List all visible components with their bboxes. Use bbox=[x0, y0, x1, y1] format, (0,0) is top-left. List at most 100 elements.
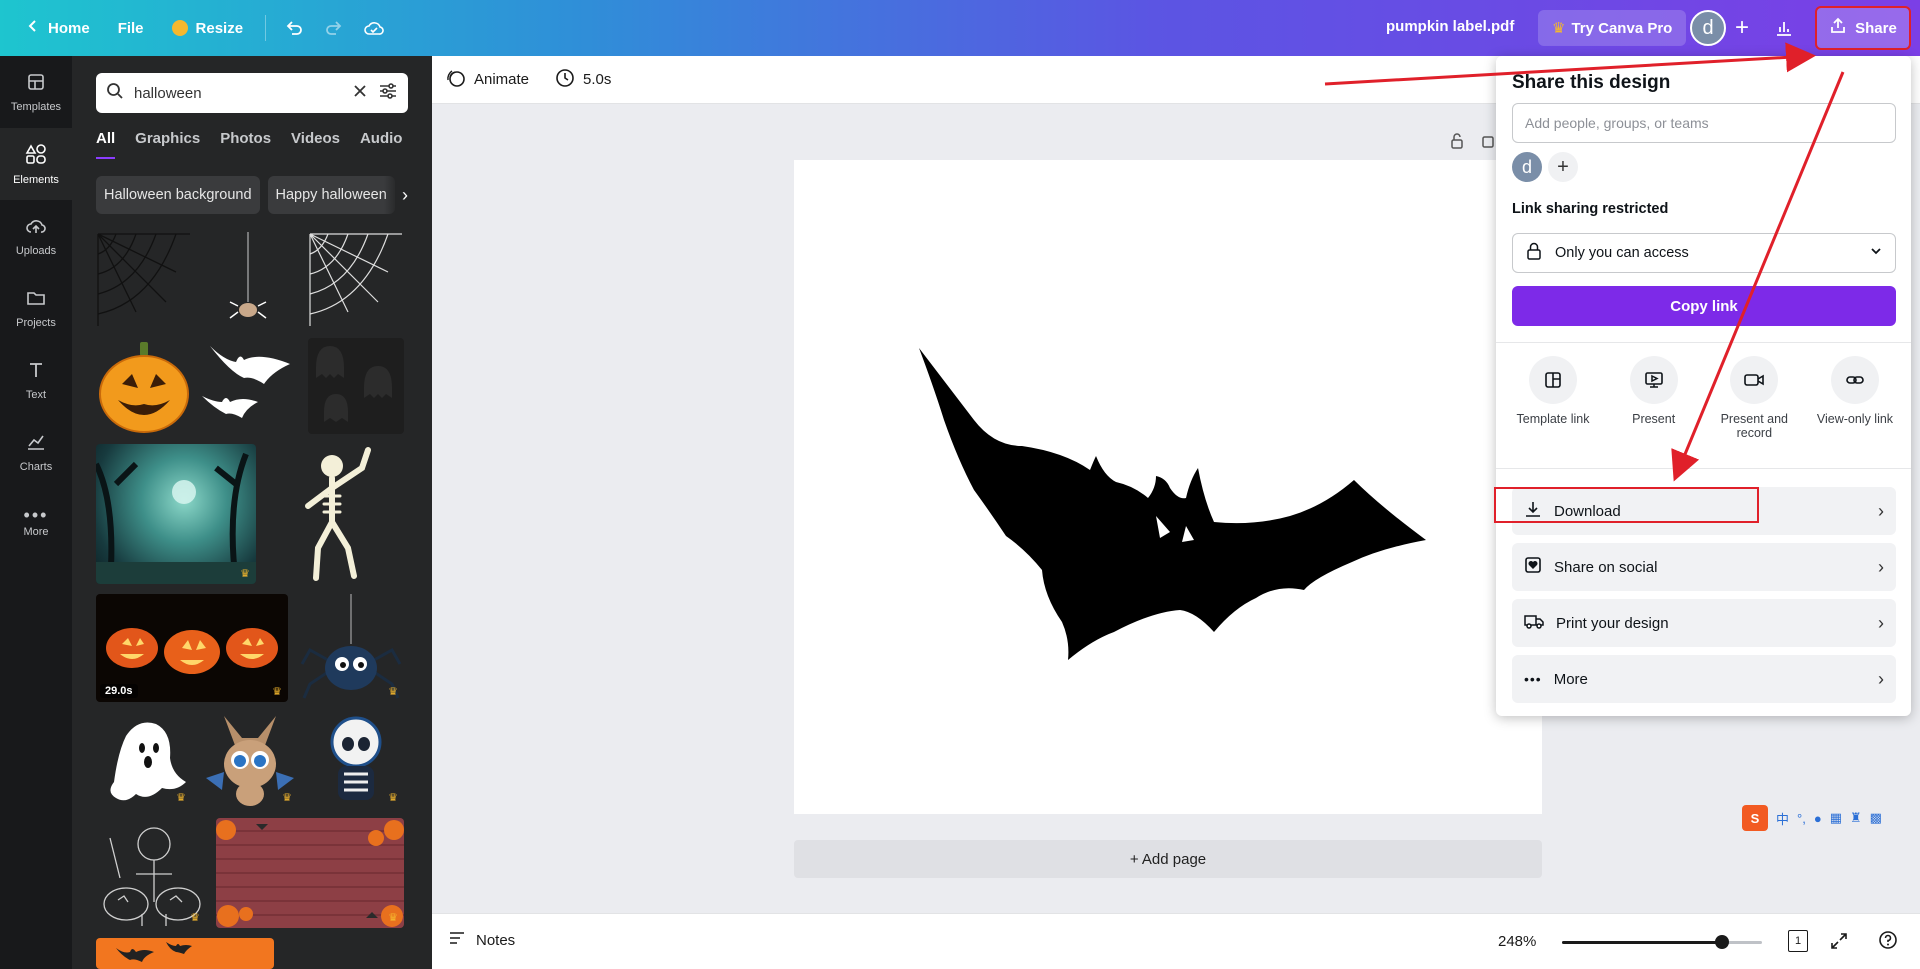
bat-graphic[interactable] bbox=[794, 160, 1542, 814]
dark-ghost-pattern-thumb[interactable] bbox=[308, 338, 404, 434]
redo-icon[interactable] bbox=[314, 8, 354, 48]
keyboard-icon[interactable]: ▦ bbox=[1830, 810, 1842, 826]
zoom-slider[interactable] bbox=[1562, 935, 1762, 949]
page-count-icon[interactable]: 1 bbox=[1788, 930, 1808, 952]
suggestion-chips: Halloween background Happy halloween › bbox=[96, 176, 408, 216]
clear-search-icon[interactable] bbox=[352, 83, 368, 104]
record-icon bbox=[1730, 356, 1779, 404]
tab-photos[interactable]: Photos bbox=[220, 130, 271, 159]
document-title[interactable]: pumpkin label.pdf bbox=[1386, 18, 1514, 35]
tab-audio[interactable]: Audio bbox=[360, 130, 403, 159]
row-label: Print your design bbox=[1556, 614, 1669, 632]
grid-icon[interactable]: ▩ bbox=[1870, 810, 1882, 826]
present-and-record-option[interactable]: Present and record bbox=[1705, 356, 1803, 440]
cute-bat-thumb[interactable]: ♛ bbox=[202, 712, 298, 808]
design-page[interactable] bbox=[794, 160, 1542, 814]
crown-icon bbox=[171, 20, 188, 36]
search-box[interactable]: halloween bbox=[96, 73, 408, 113]
ime-punctuation-icon[interactable]: °, bbox=[1797, 811, 1806, 826]
cute-skeleton-thumb[interactable]: ♛ bbox=[308, 712, 404, 808]
access-value: Only you can access bbox=[1555, 245, 1689, 261]
more-dots-icon: ••• bbox=[1524, 671, 1542, 687]
ghost-thumb[interactable]: ♛ bbox=[96, 712, 192, 808]
duplicate-page-icon[interactable] bbox=[1478, 132, 1496, 155]
undo-icon[interactable] bbox=[274, 8, 314, 48]
collaborator-avatar[interactable]: d bbox=[1512, 152, 1542, 182]
print-design-row[interactable]: Print your design › bbox=[1512, 599, 1896, 647]
ime-chinese-mode[interactable]: 中 bbox=[1776, 809, 1789, 828]
rail-item-charts[interactable]: Charts bbox=[0, 416, 72, 488]
add-collaborator-button[interactable]: + bbox=[1548, 152, 1578, 182]
present-option[interactable]: Present bbox=[1605, 356, 1703, 440]
add-people-input[interactable]: Add people, groups, or teams bbox=[1512, 103, 1896, 143]
chevron-right-icon: › bbox=[1878, 556, 1884, 577]
file-menu-button[interactable]: File bbox=[104, 8, 158, 48]
white-spiderweb-thumb[interactable] bbox=[308, 232, 404, 328]
premium-crown-icon: ♛ bbox=[282, 792, 292, 804]
option-label: Template link bbox=[1516, 412, 1590, 426]
resize-button[interactable]: Resize bbox=[158, 8, 258, 48]
template-link-option[interactable]: Template link bbox=[1504, 356, 1602, 440]
cloud-save-icon[interactable] bbox=[354, 8, 394, 48]
zoom-slider-knob[interactable] bbox=[1715, 935, 1729, 949]
search-input[interactable]: halloween bbox=[134, 85, 342, 102]
rail-item-uploads[interactable]: Uploads bbox=[0, 200, 72, 272]
crown-icon: ♛ bbox=[1552, 20, 1566, 37]
toolbar-divider bbox=[265, 15, 267, 41]
share-button[interactable]: Share bbox=[1815, 6, 1911, 50]
spiderweb-corner-thumb[interactable] bbox=[96, 232, 192, 328]
duration-button[interactable]: 5.0s bbox=[555, 68, 611, 92]
help-icon[interactable] bbox=[1878, 930, 1898, 954]
rail-item-text[interactable]: Text bbox=[0, 344, 72, 416]
rail-item-projects[interactable]: Projects bbox=[0, 272, 72, 344]
insights-icon[interactable] bbox=[1766, 10, 1802, 46]
zoom-slider-fill bbox=[1562, 941, 1722, 944]
access-select[interactable]: Only you can access bbox=[1512, 233, 1896, 273]
pumpkin-lineart-thumb[interactable]: ♛ bbox=[96, 818, 206, 928]
microphone-icon[interactable]: ● bbox=[1814, 811, 1822, 826]
tab-videos[interactable]: Videos bbox=[291, 130, 340, 159]
try-canva-pro-button[interactable]: ♛ Try Canva Pro bbox=[1538, 10, 1687, 46]
add-page-button[interactable]: + Add page bbox=[794, 840, 1542, 878]
notes-button[interactable]: Notes bbox=[448, 930, 515, 950]
clock-icon bbox=[555, 68, 575, 92]
orange-bats-thumb[interactable] bbox=[96, 938, 274, 969]
zoom-level[interactable]: 248% bbox=[1498, 933, 1536, 950]
invite-plus-icon[interactable]: + bbox=[1728, 14, 1756, 42]
dancing-skeleton-thumb[interactable] bbox=[268, 444, 404, 584]
rail-item-more[interactable]: ••• More bbox=[0, 488, 72, 560]
tab-all[interactable]: All bbox=[96, 130, 116, 159]
flying-bats-thumb[interactable] bbox=[200, 338, 296, 434]
notes-label: Notes bbox=[476, 931, 516, 949]
filter-icon[interactable] bbox=[378, 82, 398, 105]
animate-button[interactable]: Animate bbox=[446, 68, 529, 92]
suggestion-chip[interactable]: Halloween background bbox=[96, 176, 260, 214]
fullscreen-icon[interactable] bbox=[1830, 932, 1848, 954]
rail-item-templates[interactable]: Templates bbox=[0, 56, 72, 128]
chevron-down-icon bbox=[1869, 244, 1883, 262]
skin-icon[interactable]: ♜ bbox=[1850, 810, 1862, 826]
hanging-spider-thumb[interactable] bbox=[200, 232, 296, 328]
home-button[interactable]: Home bbox=[12, 8, 104, 48]
jack-o-lantern-thumb[interactable] bbox=[96, 338, 192, 434]
projects-icon bbox=[26, 288, 46, 311]
share-on-social-row[interactable]: Share on social › bbox=[1512, 543, 1896, 591]
text-icon bbox=[26, 360, 46, 383]
present-icon bbox=[1629, 356, 1678, 404]
rail-item-elements[interactable]: Elements bbox=[0, 128, 72, 200]
copy-link-button[interactable]: Copy link bbox=[1512, 286, 1896, 326]
animate-icon bbox=[446, 68, 466, 92]
user-avatar[interactable]: d bbox=[1690, 10, 1726, 46]
spooky-forest-photo-thumb[interactable]: ♛ bbox=[96, 444, 256, 584]
chevron-right-icon[interactable]: › bbox=[384, 176, 408, 214]
lock-icon[interactable] bbox=[1448, 132, 1466, 155]
pumpkin-wood-frame-thumb[interactable]: ♛ bbox=[216, 818, 404, 928]
ime-toolbar[interactable]: S 中 °, ● ▦ ♜ ▩ bbox=[1742, 805, 1920, 831]
premium-crown-icon: ♛ bbox=[240, 568, 250, 580]
hanging-spider-blue-thumb[interactable]: ♛ bbox=[298, 594, 404, 702]
view-only-link-option[interactable]: View-only link bbox=[1806, 356, 1904, 440]
more-options-row[interactable]: ••• More › bbox=[1512, 655, 1896, 703]
glowing-pumpkins-video-thumb[interactable]: 29.0s ♛ bbox=[96, 594, 288, 702]
suggestion-chip[interactable]: Happy halloween bbox=[267, 176, 395, 214]
tab-graphics[interactable]: Graphics bbox=[135, 130, 200, 159]
